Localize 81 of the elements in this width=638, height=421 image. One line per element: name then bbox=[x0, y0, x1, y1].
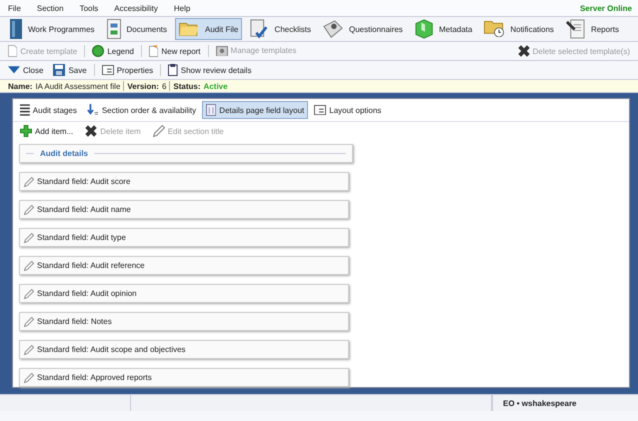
folder-icon bbox=[179, 22, 199, 36]
field-item[interactable]: Standard field: Audit scope and objectives bbox=[19, 340, 349, 359]
delete-icon bbox=[518, 45, 530, 57]
menu-item[interactable]: Accessibility bbox=[112, 4, 172, 12]
properties-icon bbox=[314, 104, 326, 116]
toolbar-button[interactable]: Properties bbox=[98, 62, 158, 78]
pencil-icon bbox=[24, 316, 34, 326]
field-label: Standard field: Audit reference bbox=[37, 261, 145, 270]
module-button[interactable]: Questionnaires bbox=[319, 18, 407, 40]
field-item[interactable]: Standard field: Audit score bbox=[19, 172, 349, 191]
field-item[interactable]: Standard field: Audit type bbox=[19, 228, 349, 247]
toolbar-button[interactable]: Show review details bbox=[164, 62, 256, 78]
info-label: Name: bbox=[8, 82, 34, 90]
module-button[interactable]: Audit File bbox=[175, 18, 242, 40]
field-item[interactable]: Standard field: Notes bbox=[19, 312, 349, 331]
field-label: Standard field: Audit type bbox=[37, 233, 126, 242]
pencil-icon bbox=[24, 232, 34, 242]
section-header[interactable]: Audit details bbox=[19, 144, 353, 163]
section-title: Audit details bbox=[40, 149, 88, 158]
tab[interactable]: Details page field layout bbox=[202, 101, 308, 119]
field-item[interactable]: Standard field: Audit name bbox=[19, 200, 349, 219]
tab[interactable]: Section order & availability bbox=[82, 101, 200, 119]
info-value: 6 bbox=[162, 82, 168, 90]
delete-icon bbox=[85, 125, 98, 137]
page-icon bbox=[8, 45, 18, 57]
document-icon bbox=[106, 19, 121, 39]
toolbar-button[interactable]: Legend bbox=[88, 43, 138, 59]
field-label: Standard field: Audit name bbox=[37, 205, 131, 214]
info-value: IA Audit Assessment file bbox=[35, 82, 122, 90]
info-label: Version: bbox=[127, 82, 160, 90]
layout-icon bbox=[206, 104, 216, 116]
info-label: Status: bbox=[173, 82, 202, 90]
user-name: EO • wshakespeare bbox=[492, 395, 595, 411]
pencil-icon bbox=[24, 260, 34, 270]
menu-item[interactable]: Section bbox=[34, 4, 78, 12]
folder-clock-icon bbox=[484, 20, 504, 38]
field-label: Standard field: Notes bbox=[37, 317, 112, 326]
pencil-icon bbox=[24, 288, 34, 298]
field-label: Standard field: Audit score bbox=[37, 177, 130, 186]
field-item[interactable]: Standard field: Approved reports bbox=[19, 368, 349, 387]
pencil-icon bbox=[24, 344, 34, 354]
clipboard-icon bbox=[168, 64, 178, 76]
field-item[interactable]: Standard field: Audit reference bbox=[19, 256, 349, 275]
pencil-icon bbox=[24, 176, 34, 186]
checklist-icon bbox=[250, 19, 269, 39]
field-label: Standard field: Approved reports bbox=[37, 373, 152, 382]
templates-icon bbox=[216, 46, 228, 56]
server-status: Server Online bbox=[580, 4, 632, 12]
info-value: Active bbox=[204, 82, 229, 90]
field-label: Standard field: Audit opinion bbox=[37, 289, 137, 298]
field-item[interactable]: Standard field: Audit opinion bbox=[19, 284, 349, 303]
menu-item[interactable]: File bbox=[6, 4, 35, 12]
field-label: Standard field: Audit scope and objectives bbox=[37, 345, 186, 354]
pencil-icon bbox=[152, 125, 165, 137]
pencil-icon bbox=[24, 372, 34, 382]
module-button[interactable]: Checklists bbox=[246, 18, 315, 40]
module-button[interactable]: Notifications bbox=[480, 18, 558, 40]
add-icon bbox=[20, 125, 32, 137]
binder-icon bbox=[10, 19, 22, 39]
cube-icon bbox=[414, 19, 433, 39]
save-icon bbox=[53, 64, 66, 76]
properties-icon bbox=[102, 64, 114, 76]
module-button[interactable]: Documents bbox=[102, 18, 171, 40]
toolbar-button[interactable]: Save bbox=[49, 62, 91, 78]
toolbar-button[interactable]: Add item... bbox=[16, 123, 78, 139]
toolbar-button[interactable]: New report bbox=[145, 43, 205, 59]
menu-item[interactable]: Tools bbox=[78, 4, 112, 12]
module-button[interactable]: Work Programmes bbox=[6, 18, 99, 40]
module-button[interactable]: Metadata bbox=[410, 18, 476, 40]
menu-item[interactable]: Help bbox=[172, 4, 204, 12]
new-page-icon bbox=[149, 45, 158, 57]
tab[interactable]: Audit stages bbox=[16, 101, 81, 119]
report-icon bbox=[566, 19, 585, 39]
pencil-icon bbox=[24, 204, 34, 214]
tab[interactable]: Layout options bbox=[310, 102, 386, 118]
module-button[interactable]: Reports bbox=[562, 18, 623, 40]
arrow-down-icon bbox=[86, 104, 99, 116]
toolbar-button[interactable]: Close bbox=[4, 63, 48, 77]
caret-icon bbox=[8, 65, 20, 75]
dot-icon bbox=[92, 45, 104, 57]
list-icon bbox=[20, 104, 30, 116]
